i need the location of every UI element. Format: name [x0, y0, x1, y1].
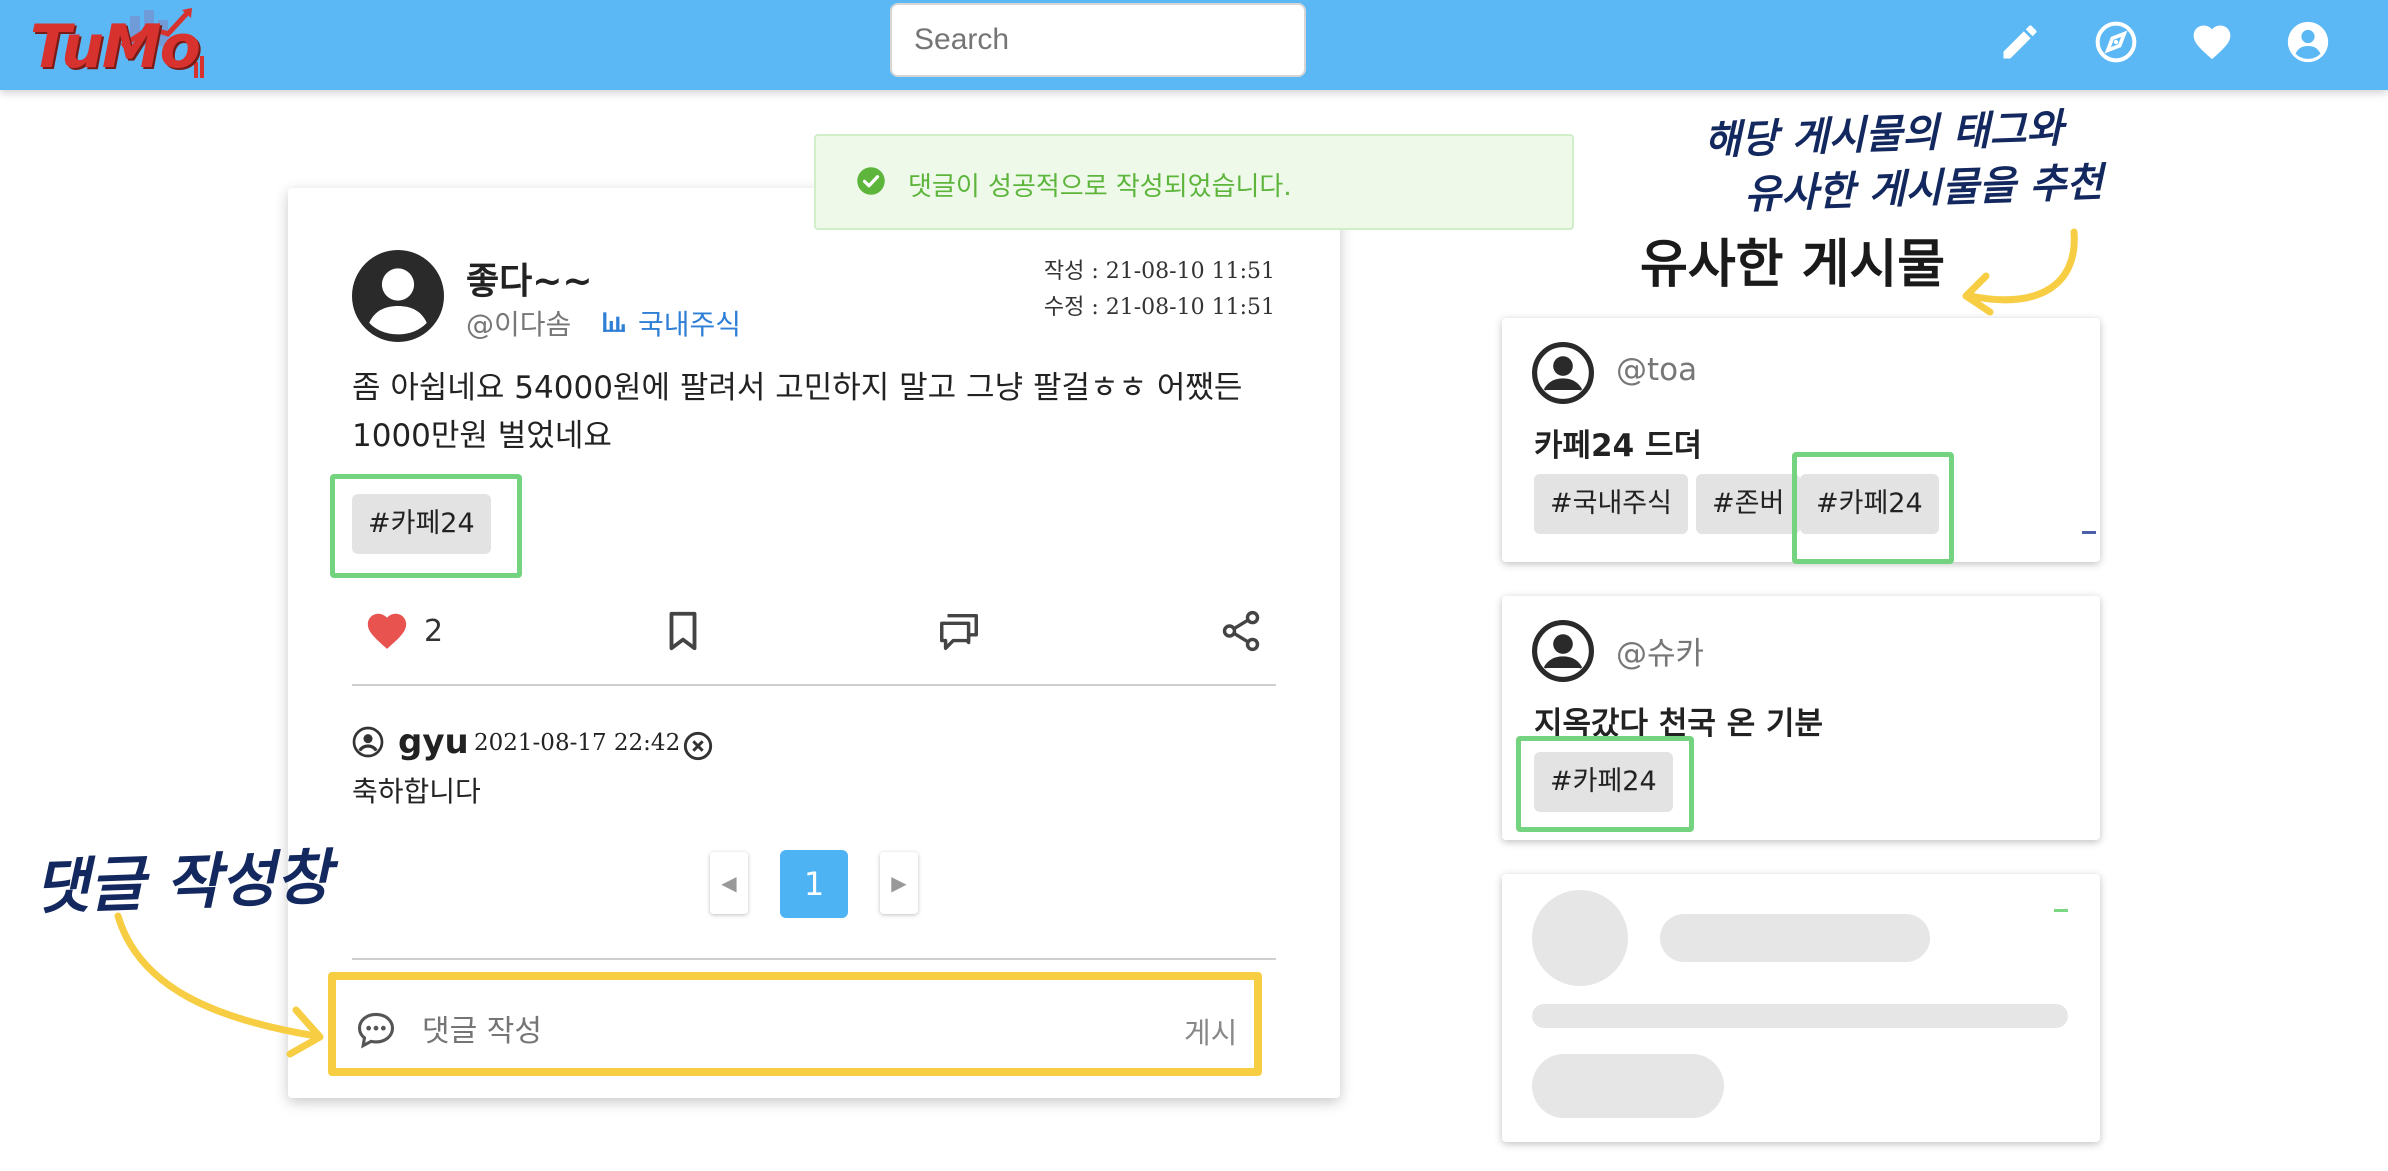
chat-bubble-icon	[357, 1012, 395, 1049]
tag-highlight-annotation	[1792, 452, 1954, 564]
post-timestamps: 작성 : 21-08-10 11:51 수정 : 21-08-10 11:51	[1040, 254, 1275, 326]
skeleton-avatar	[1532, 890, 1628, 986]
bookmark-icon[interactable]	[660, 608, 706, 654]
annotation-recommend-line2: 유사한 게시물을 추천	[1743, 159, 2104, 219]
created-date: 작성 : 21-08-10 11:51	[1043, 259, 1275, 284]
like-heart-icon[interactable]	[364, 608, 410, 654]
actions-divider	[352, 684, 1276, 686]
edit-pencil-icon[interactable]	[1998, 20, 2042, 64]
comment-text: 축하합니다	[352, 775, 481, 808]
search-input[interactable]	[890, 3, 1306, 77]
like-count: 2	[424, 614, 444, 649]
prev-page-button[interactable]: ◀	[710, 852, 748, 914]
similar-post-author: @슈카	[1616, 636, 1705, 672]
post-category-link[interactable]: 국내주식	[638, 303, 741, 343]
skeleton-line	[1532, 1004, 2068, 1028]
post-title: 좋다~~	[466, 261, 593, 302]
comment-date: 2021-08-17 22:42	[474, 730, 681, 756]
check-circle-icon	[857, 167, 885, 195]
comment-input[interactable]	[422, 1008, 1142, 1054]
skeleton-line	[1660, 914, 1930, 962]
compass-icon[interactable]	[2094, 20, 2138, 64]
top-navbar: TuMo	[0, 0, 2388, 90]
chevron-left-icon: ◀	[721, 871, 737, 895]
post-comment-button[interactable]: 게시	[1184, 1010, 1237, 1052]
comment-username[interactable]: gyu	[398, 722, 469, 762]
comments-icon[interactable]	[936, 608, 982, 654]
tag-highlight-annotation	[1516, 736, 1694, 832]
comment-avatar-icon[interactable]	[352, 726, 384, 758]
similar-post-tag[interactable]: #존버	[1696, 474, 1801, 534]
share-icon[interactable]	[1218, 608, 1264, 654]
logo-text: TuMo	[30, 12, 201, 82]
chevron-right-icon: ▶	[891, 871, 907, 895]
similar-posts-title: 유사한 게시물	[1640, 235, 1946, 295]
post-body-text: 좀 아쉽네요 54000원에 팔려서 고민하지 말고 그냥 팔걸ㅎㅎ 어쨌든 1…	[352, 370, 1243, 454]
annotation-arrow-curve	[1962, 228, 2078, 316]
tumo-logo[interactable]: TuMo	[30, 6, 220, 86]
similar-post-title: 카페24 드뎌	[1534, 428, 1703, 464]
user-avatar-icon	[1532, 620, 1594, 682]
similar-post-tag[interactable]: #국내주식	[1534, 474, 1688, 534]
next-page-button[interactable]: ▶	[880, 852, 918, 914]
post-author-handle[interactable]: @이다솜	[466, 303, 571, 343]
heart-icon[interactable]	[2190, 20, 2234, 64]
tag-highlight-annotation	[330, 474, 522, 578]
author-avatar-icon[interactable]	[352, 250, 444, 342]
account-circle-icon[interactable]	[2286, 20, 2330, 64]
comment-form-divider	[352, 958, 1276, 960]
page-button-current[interactable]: 1	[780, 850, 848, 918]
delete-comment-icon[interactable]	[682, 730, 714, 762]
similar-post-author: @toa	[1616, 352, 1698, 388]
card-corner-mark	[2082, 531, 2096, 534]
annotation-arrow-curve	[114, 912, 324, 1058]
skeleton-chip	[1532, 1054, 1724, 1118]
updated-date: 수정 : 21-08-10 11:51	[1043, 295, 1275, 320]
user-avatar-icon	[1532, 342, 1594, 404]
bar-chart-icon	[603, 312, 625, 332]
alert-message: 댓글이 성공적으로 작성되었습니다.	[908, 172, 1292, 202]
card-corner-mark	[2054, 909, 2068, 912]
